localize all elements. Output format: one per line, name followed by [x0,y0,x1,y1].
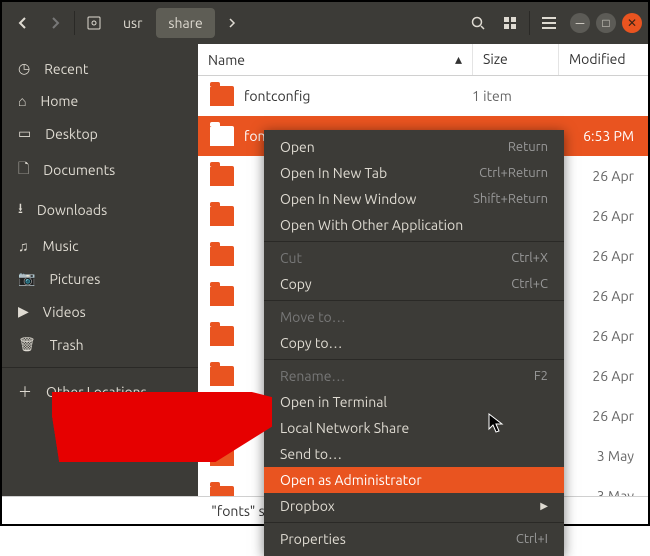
ctx-properties[interactable]: PropertiesCtrl+I [264,526,564,552]
titlebar: usr share － □ ✕ [2,2,648,44]
folder-icon [210,166,234,186]
sidebar-item-label: Music [43,238,79,254]
file-modified: 26 Apr [558,168,648,184]
sidebar-item-label: Other Locations [46,384,147,400]
column-header-size[interactable]: Size [472,44,558,75]
sidebar-item-label: Downloads [37,202,107,218]
ctx-move-to: Move to… [264,304,564,330]
folder-icon [210,406,234,426]
path-root-icon[interactable] [79,8,109,38]
file-modified: 26 Apr [558,408,648,424]
ctx-open-new-tab[interactable]: Open In New TabCtrl+Return [264,160,564,186]
sidebar-item-videos[interactable]: ▶ Videos [2,295,198,328]
sidebar-item-other-locations[interactable]: ＋ Other Locations [2,367,198,410]
document-icon: 🗋 [18,158,29,182]
back-button[interactable] [8,8,38,38]
sidebar-item-label: Trash [50,337,84,353]
ctx-send-to[interactable]: Send to… [264,441,564,467]
view-grid-button[interactable] [495,8,525,38]
window-minimize[interactable]: － [570,13,590,33]
breadcrumb-usr[interactable]: usr [111,8,154,38]
sidebar-item-music[interactable]: ♫ Music [2,230,198,262]
camera-icon: 📷 [18,270,35,287]
file-modified: 26 Apr [558,368,648,384]
file-modified: 26 Apr [558,248,648,264]
ctx-dropbox[interactable]: Dropbox▶ [264,493,564,519]
ctx-open-with[interactable]: Open With Other Application [264,212,564,238]
folder-icon [210,486,234,496]
folder-icon [210,446,234,466]
sidebar-item-recent[interactable]: ◷ Recent [2,52,198,85]
file-modified: 3 May [558,448,648,464]
ctx-copy[interactable]: CopyCtrl+C [264,271,564,297]
desktop-icon: ▭ [18,125,31,142]
sidebar-item-label: Desktop [45,126,98,142]
folder-icon [210,246,234,266]
folder-icon [210,206,234,226]
column-headers: Name▴ Size Modified [198,44,648,76]
file-modified: 26 Apr [558,288,648,304]
folder-icon [210,86,234,106]
sort-asc-icon: ▴ [455,51,462,68]
sidebar-item-label: Documents [43,162,115,178]
folder-icon [210,126,234,146]
sidebar-item-pictures[interactable]: 📷 Pictures [2,262,198,295]
file-modified: 6:53 PM [558,128,648,144]
breadcrumb-share[interactable]: share [156,8,214,38]
file-modified: 26 Apr [558,328,648,344]
music-icon: ♫ [18,238,29,254]
video-icon: ▶ [18,303,29,320]
folder-icon [210,326,234,346]
ctx-open[interactable]: OpenReturn [264,134,564,160]
folder-icon [210,286,234,306]
sidebar-item-home[interactable]: ⌂ Home [2,85,198,117]
context-menu: OpenReturn Open In New TabCtrl+Return Op… [264,130,564,556]
folder-icon [210,366,234,386]
clock-icon: ◷ [18,60,30,77]
ctx-open-new-window[interactable]: Open In New WindowShift+Return [264,186,564,212]
file-modified: 3 May [558,488,648,496]
ctx-open-terminal[interactable]: Open in Terminal [264,389,564,415]
sidebar: ◷ Recent ⌂ Home ▭ Desktop 🗋 Documents ⭳ Downl… [2,44,198,496]
home-icon: ⌂ [18,93,26,109]
sidebar-item-trash[interactable]: 🗑 Trash [2,328,198,361]
ctx-rename: Rename…F2 [264,363,564,389]
forward-button[interactable] [40,8,70,38]
file-size: 1 item [472,88,558,104]
ctx-copy-to[interactable]: Copy to… [264,330,564,356]
search-button[interactable] [463,8,493,38]
file-modified: 26 Apr [558,208,648,224]
trash-icon: 🗑 [18,336,36,353]
column-header-modified[interactable]: Modified [558,44,648,75]
ctx-open-as-admin[interactable]: Open as Administrator [264,467,564,493]
column-header-name[interactable]: Name▴ [198,44,472,75]
sidebar-item-desktop[interactable]: ▭ Desktop [2,117,198,150]
ctx-network-share[interactable]: Local Network Share [264,415,564,441]
window-close[interactable]: ✕ [622,13,642,33]
sidebar-item-label: Pictures [49,271,100,287]
submenu-arrow-icon: ▶ [540,500,548,512]
file-name: fontconfig [244,88,310,104]
hamburger-menu-button[interactable] [534,8,564,38]
sidebar-item-documents[interactable]: 🗋 Documents [2,150,198,190]
sidebar-item-label: Recent [44,61,88,77]
breadcrumb-more[interactable] [217,8,247,38]
sidebar-item-downloads[interactable]: ⭳ Downloads [2,190,198,230]
table-row[interactable]: fontconfig 1 item [198,76,648,116]
sidebar-item-label: Videos [43,304,86,320]
window-maximize[interactable]: □ [596,13,616,33]
plus-icon: ＋ [18,382,32,402]
download-icon: ⭳ [18,198,23,222]
sidebar-item-label: Home [40,93,78,109]
ctx-cut: CutCtrl+X [264,245,564,271]
